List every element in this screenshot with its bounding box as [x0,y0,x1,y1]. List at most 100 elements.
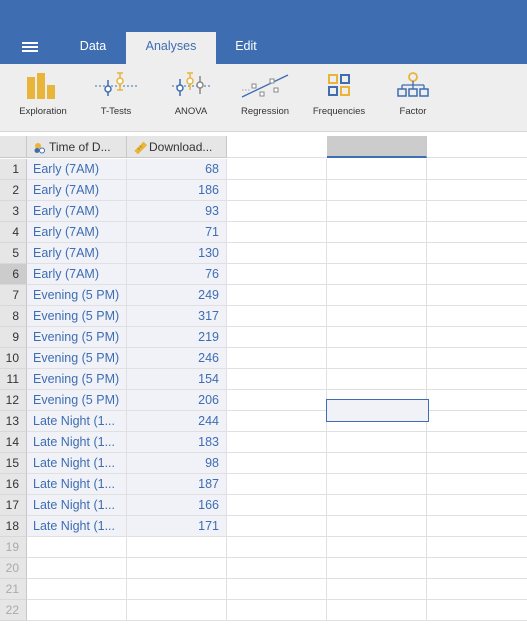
empty-cell[interactable] [427,474,527,495]
empty-cell[interactable] [327,243,427,264]
cell-time-of-day[interactable]: Evening (5 PM) [27,369,127,390]
empty-cell[interactable] [327,180,427,201]
tab-edit[interactable]: Edit [222,32,270,64]
empty-cell[interactable] [327,159,427,180]
empty-cell[interactable] [227,537,327,558]
cell-time-of-day[interactable]: Late Night (1... [27,495,127,516]
row-number[interactable]: 15 [0,453,27,474]
cell-downloads[interactable] [127,579,227,600]
cell-downloads[interactable]: 68 [127,159,227,180]
cell-time-of-day[interactable]: Late Night (1... [27,432,127,453]
row-number[interactable]: 5 [0,243,27,264]
cell-downloads[interactable]: 98 [127,453,227,474]
tab-data[interactable]: Data [66,32,120,64]
cell-time-of-day[interactable]: Early (7AM) [27,159,127,180]
row-number[interactable]: 4 [0,222,27,243]
grid-corner[interactable] [0,136,27,158]
empty-cell[interactable] [227,201,327,222]
row-number[interactable]: 14 [0,432,27,453]
empty-cell[interactable] [227,327,327,348]
factor-button[interactable]: Factor [384,64,442,132]
cell-downloads[interactable]: 219 [127,327,227,348]
empty-cell[interactable] [427,579,527,600]
cell-downloads[interactable]: 317 [127,306,227,327]
empty-cell[interactable] [427,432,527,453]
cell-downloads[interactable]: 171 [127,516,227,537]
empty-cell[interactable] [227,516,327,537]
empty-cell[interactable] [327,222,427,243]
empty-cell[interactable] [427,537,527,558]
cell-downloads[interactable]: 166 [127,495,227,516]
cell-time-of-day[interactable]: Evening (5 PM) [27,285,127,306]
empty-cell[interactable] [327,369,427,390]
empty-cell[interactable] [227,558,327,579]
empty-cell[interactable] [327,306,427,327]
regression-button[interactable]: Regression [234,64,296,132]
column-header-selected[interactable] [327,136,427,158]
empty-cell[interactable] [227,180,327,201]
cell-time-of-day[interactable] [27,600,127,621]
empty-cell[interactable] [227,285,327,306]
empty-cell[interactable] [227,369,327,390]
cell-time-of-day[interactable]: Late Night (1... [27,516,127,537]
empty-cell[interactable] [327,600,427,621]
cell-time-of-day[interactable]: Early (7AM) [27,201,127,222]
column-header-time-of-day[interactable]: Time of D... [27,136,127,158]
cell-downloads[interactable]: 249 [127,285,227,306]
row-number[interactable]: 6 [0,264,27,285]
empty-cell[interactable] [427,348,527,369]
cell-downloads[interactable]: 130 [127,243,227,264]
empty-cell[interactable] [327,579,427,600]
cell-downloads[interactable]: 76 [127,264,227,285]
empty-cell[interactable] [327,495,427,516]
cell-downloads[interactable]: 187 [127,474,227,495]
tab-analyses[interactable]: Analyses [126,32,216,64]
row-number[interactable]: 13 [0,411,27,432]
cell-downloads[interactable]: 154 [127,369,227,390]
empty-cell[interactable] [427,390,527,411]
empty-cell[interactable] [327,474,427,495]
empty-cell[interactable] [427,159,527,180]
row-number[interactable]: 3 [0,201,27,222]
cell-time-of-day[interactable]: Early (7AM) [27,180,127,201]
empty-cell[interactable] [227,243,327,264]
empty-cell[interactable] [427,453,527,474]
empty-cell[interactable] [227,222,327,243]
empty-cell[interactable] [227,474,327,495]
empty-cell[interactable] [227,306,327,327]
cell-time-of-day[interactable]: Early (7AM) [27,243,127,264]
cell-downloads[interactable] [127,600,227,621]
row-number[interactable]: 18 [0,516,27,537]
empty-cell[interactable] [327,516,427,537]
cell-time-of-day[interactable]: Late Night (1... [27,453,127,474]
cell-downloads[interactable]: 246 [127,348,227,369]
empty-cell[interactable] [427,285,527,306]
empty-cell[interactable] [427,306,527,327]
cell-downloads[interactable]: 186 [127,180,227,201]
cell-time-of-day[interactable]: Evening (5 PM) [27,306,127,327]
empty-cell[interactable] [327,558,427,579]
cell-time-of-day[interactable] [27,537,127,558]
cell-time-of-day[interactable] [27,579,127,600]
row-number[interactable]: 9 [0,327,27,348]
empty-cell[interactable] [427,558,527,579]
empty-cell[interactable] [327,453,427,474]
empty-cell[interactable] [227,495,327,516]
selected-cell[interactable] [326,399,429,422]
row-number[interactable]: 16 [0,474,27,495]
cell-time-of-day[interactable]: Evening (5 PM) [27,327,127,348]
row-number[interactable]: 2 [0,180,27,201]
empty-cell[interactable] [427,327,527,348]
row-number[interactable]: 10 [0,348,27,369]
empty-cell[interactable] [427,516,527,537]
row-number[interactable]: 17 [0,495,27,516]
empty-cell[interactable] [427,201,527,222]
empty-cell[interactable] [227,390,327,411]
empty-cell[interactable] [327,348,427,369]
t-tests-button[interactable]: T-Tests [86,64,146,132]
empty-cell[interactable] [427,222,527,243]
empty-cell[interactable] [227,348,327,369]
empty-cell[interactable] [427,369,527,390]
cell-time-of-day[interactable]: Early (7AM) [27,264,127,285]
empty-cell[interactable] [227,600,327,621]
